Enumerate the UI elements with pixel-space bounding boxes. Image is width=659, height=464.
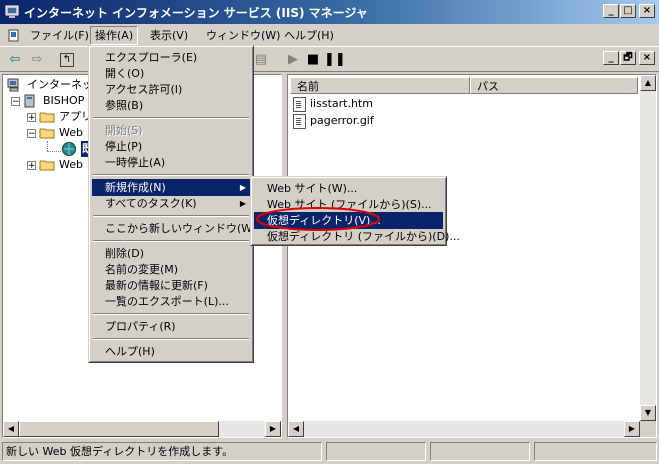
tree-line bbox=[47, 151, 61, 153]
scroll-down-icon[interactable]: ▼ bbox=[640, 405, 656, 421]
menu-item-properties[interactable]: プロパティ(R) bbox=[92, 318, 250, 335]
list-pane: 名前 パス iisstart.htm pagerror.gif ▲ ▼ ◀ ▶ bbox=[287, 74, 657, 438]
menu-item-new-window[interactable]: ここから新しいウィンドウ(W) bbox=[92, 220, 256, 237]
scroll-corner bbox=[640, 421, 656, 437]
close-button[interactable]: × bbox=[639, 4, 655, 18]
window-title: インターネット インフォメーション サービス (IIS) マネージャ bbox=[24, 6, 368, 20]
submenu-arrow-icon: ▶ bbox=[239, 183, 246, 192]
status-field-2 bbox=[326, 442, 426, 461]
status-bar: 新しい Web 仮想ディレクトリを作成します。 bbox=[2, 442, 657, 461]
console-icon[interactable] bbox=[6, 28, 22, 44]
menu-item-permissions[interactable]: アクセス許可(I) bbox=[92, 81, 250, 98]
menu-separator bbox=[93, 338, 249, 340]
column-header-name[interactable]: 名前 bbox=[290, 77, 470, 94]
menu-item-stop[interactable]: 停止(P) bbox=[92, 138, 250, 155]
menu-view[interactable]: 表示(V) bbox=[146, 27, 192, 44]
menu-separator bbox=[93, 313, 249, 315]
scroll-left-icon[interactable]: ◀ bbox=[288, 421, 304, 437]
menu-file[interactable]: ファイル(F) bbox=[26, 27, 93, 44]
list-item[interactable]: pagerror.gif bbox=[293, 113, 374, 129]
tree-horizontal-scrollbar[interactable]: ◀ ▶ bbox=[3, 421, 281, 437]
menu-item-new[interactable]: 新規作成(N) ▶ bbox=[92, 179, 250, 196]
title-bar[interactable]: インターネット インフォメーション サービス (IIS) マネージャ _ □ × bbox=[0, 0, 659, 24]
iis-app-icon bbox=[5, 5, 19, 18]
status-field-4 bbox=[534, 442, 657, 461]
menu-separator bbox=[93, 240, 249, 242]
menu-window[interactable]: ウィンドウ(W) bbox=[202, 27, 284, 44]
menu-help[interactable]: ヘルプ(H) bbox=[280, 27, 338, 44]
tree-label: BISHOP bbox=[43, 94, 85, 107]
menu-item-new-label: 新規作成(N) bbox=[105, 181, 166, 194]
toolbar-pane-icon[interactable]: ▤ bbox=[252, 51, 270, 69]
menu-separator bbox=[93, 117, 249, 119]
list-item[interactable]: iisstart.htm bbox=[293, 96, 373, 112]
menu-item-all-tasks[interactable]: すべてのタスク(K) ▶ bbox=[92, 195, 250, 212]
menu-item-pause[interactable]: 一時停止(A) bbox=[92, 154, 250, 171]
status-field-3 bbox=[430, 442, 530, 461]
column-header-path[interactable]: パス bbox=[470, 77, 638, 94]
menu-item-new-website[interactable]: Web サイト(W)... bbox=[254, 180, 443, 197]
up-folder-icon[interactable]: ↰ bbox=[60, 53, 74, 67]
document-icon bbox=[293, 113, 306, 129]
tree-label: Web bbox=[59, 126, 83, 139]
status-text: 新しい Web 仮想ディレクトリを作成します。 bbox=[2, 442, 322, 461]
folder-icon bbox=[39, 112, 55, 123]
menu-item-rename[interactable]: 名前の変更(M) bbox=[92, 261, 250, 278]
collapse-icon[interactable]: − bbox=[11, 97, 20, 107]
menu-bar: ファイル(F) 操作(A) 表示(V) ウィンドウ(W) ヘルプ(H) _ 🗗 … bbox=[0, 24, 659, 65]
menu-separator bbox=[93, 174, 249, 176]
expand-icon[interactable]: + bbox=[27, 113, 36, 123]
back-arrow-icon[interactable]: ⇦ bbox=[6, 51, 24, 69]
menu-action[interactable]: 操作(A) bbox=[90, 26, 139, 45]
annotation-circle bbox=[256, 207, 380, 231]
menu-item-export-list[interactable]: 一覧のエクスポート(L)... bbox=[92, 293, 250, 310]
menu-item-help[interactable]: ヘルプ(H) bbox=[92, 343, 250, 360]
stop-icon[interactable]: ■ bbox=[304, 51, 322, 69]
folder-icon bbox=[39, 160, 55, 171]
pause-icon[interactable]: ❚❚ bbox=[324, 51, 346, 69]
iis-manager-window: インターネット インフォメーション サービス (IIS) マネージャ _ □ ×… bbox=[0, 0, 659, 464]
list-vertical-scrollbar[interactable]: ▲ ▼ bbox=[640, 75, 656, 437]
scroll-up-icon[interactable]: ▲ bbox=[640, 75, 656, 91]
document-icon bbox=[293, 96, 306, 112]
menu-separator bbox=[93, 215, 249, 217]
server-icon bbox=[24, 94, 35, 108]
expand-icon[interactable]: + bbox=[27, 161, 36, 171]
menu-item-start[interactable]: 開始(S) bbox=[92, 122, 250, 139]
scroll-right-icon[interactable]: ▶ bbox=[624, 421, 640, 437]
collapse-icon[interactable]: − bbox=[27, 129, 36, 139]
submenu-arrow-icon: ▶ bbox=[239, 199, 246, 208]
menu-item-explore[interactable]: エクスプローラ(E) bbox=[92, 49, 250, 66]
menu-item-delete[interactable]: 削除(D) bbox=[92, 245, 250, 262]
tree-line bbox=[47, 141, 49, 151]
file-name: iisstart.htm bbox=[310, 97, 373, 110]
globe-icon bbox=[62, 142, 76, 156]
list-horizontal-scrollbar[interactable]: ◀ ▶ bbox=[288, 421, 640, 437]
start-icon[interactable]: ▶ bbox=[284, 51, 302, 69]
folder-open-icon bbox=[39, 128, 55, 139]
file-name: pagerror.gif bbox=[310, 114, 374, 127]
forward-arrow-icon[interactable]: ⇨ bbox=[28, 51, 46, 69]
minimize-button[interactable]: _ bbox=[603, 4, 619, 18]
menu-item-browse[interactable]: 参照(B) bbox=[92, 97, 250, 114]
menu-item-refresh[interactable]: 最新の情報に更新(F) bbox=[92, 277, 250, 294]
scroll-left-icon[interactable]: ◀ bbox=[3, 421, 19, 437]
action-menu: エクスプローラ(E) 開く(O) アクセス許可(I) 参照(B) 開始(S) 停… bbox=[88, 45, 256, 363]
scroll-thumb[interactable] bbox=[19, 421, 219, 437]
menu-item-open[interactable]: 開く(O) bbox=[92, 65, 250, 82]
menu-item-all-tasks-label: すべてのタスク(K) bbox=[105, 197, 197, 210]
scroll-right-icon[interactable]: ▶ bbox=[265, 421, 281, 437]
maximize-button[interactable]: □ bbox=[620, 4, 636, 18]
tree-label: Web bbox=[59, 158, 83, 171]
computer-icon bbox=[7, 78, 19, 92]
